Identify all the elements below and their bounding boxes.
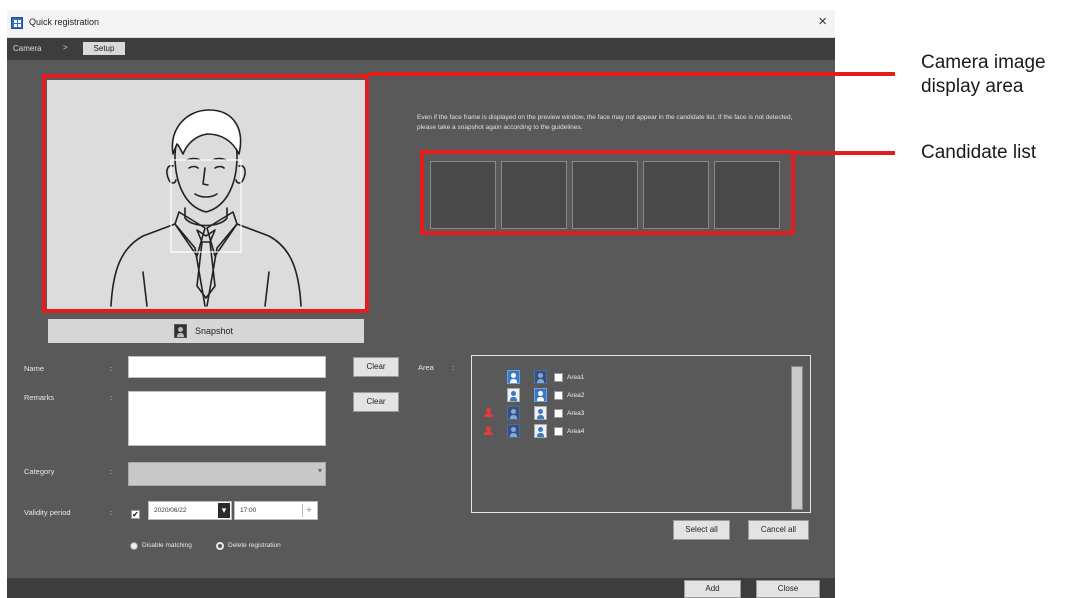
area-item-label: Area1	[567, 374, 585, 381]
breadcrumb: Camera > Setup	[7, 38, 835, 60]
person-alert-icon	[484, 408, 493, 418]
guidance-text: Even if the face frame is displayed on t…	[417, 114, 793, 131]
area-checkbox[interactable]	[554, 427, 563, 436]
snapshot-label: Snapshot	[195, 326, 234, 336]
select-all-button[interactable]: Select all	[673, 520, 730, 540]
face-match-icon[interactable]	[507, 424, 520, 438]
face-match-icon[interactable]	[534, 388, 547, 402]
validity-date-field[interactable]: 2020/06/22 ▾	[148, 501, 232, 520]
remarks-label: Remarks	[24, 393, 55, 402]
remarks-clear-button[interactable]: Clear	[353, 392, 399, 412]
validity-colon: :	[110, 508, 113, 517]
validity-period-label: Validity period	[24, 508, 71, 517]
area-checkbox[interactable]	[554, 409, 563, 418]
person-snapshot-icon	[174, 324, 187, 338]
category-colon: :	[110, 467, 113, 476]
name-input[interactable]	[128, 356, 326, 378]
add-button[interactable]: Add	[684, 580, 741, 598]
camera-area-annotation: Camera image display area	[921, 52, 1046, 97]
area-item-label: Area2	[567, 392, 585, 399]
area-list: Area1 Area2 Area3 Area4	[471, 355, 811, 513]
close-window-button[interactable]: ×	[818, 13, 827, 30]
area-colon: :	[452, 363, 455, 372]
breadcrumb-separator: >	[63, 43, 68, 52]
camera-area-callout-line	[369, 72, 895, 76]
delete-registration-radio[interactable]	[216, 542, 224, 550]
name-colon: :	[110, 364, 113, 373]
title-bar: Quick registration ×	[7, 10, 835, 38]
validity-date-value: 2020/06/22	[154, 507, 187, 514]
camera-area-highlight	[42, 74, 369, 313]
app-icon	[11, 17, 23, 29]
face-match-icon[interactable]	[534, 370, 547, 384]
name-label: Name	[24, 364, 45, 373]
area-scrollbar[interactable]	[791, 366, 803, 510]
area-item: Area4	[472, 424, 772, 440]
candidate-list-annotation: Candidate list	[921, 142, 1037, 163]
person-alert-icon	[484, 426, 493, 436]
validity-time-value: 17:00	[240, 507, 257, 514]
area-item-label: Area4	[567, 428, 585, 435]
breadcrumb-setup[interactable]: Setup	[83, 42, 125, 55]
validity-time-field[interactable]: 17:00 ÷	[234, 501, 318, 520]
candidate-list-callout-line	[795, 151, 895, 155]
cancel-all-button[interactable]: Cancel all	[748, 520, 809, 540]
breadcrumb-camera[interactable]: Camera	[13, 44, 41, 53]
face-match-icon[interactable]	[507, 388, 520, 402]
face-match-icon[interactable]	[534, 406, 547, 420]
remarks-textarea[interactable]	[128, 391, 326, 446]
delete-registration-label: Delete registration	[228, 542, 281, 549]
validity-checkbox[interactable]: ✔	[131, 510, 140, 519]
time-spinner-icon[interactable]: ÷	[302, 504, 315, 517]
disable-matching-label: Disable matching	[142, 542, 192, 549]
area-label: Area	[418, 363, 434, 372]
area-item: Area2	[472, 388, 772, 404]
face-match-icon[interactable]	[507, 370, 520, 384]
area-item: Area3	[472, 406, 772, 422]
name-clear-button[interactable]: Clear	[353, 357, 399, 377]
disable-matching-radio[interactable]	[130, 542, 138, 550]
face-match-icon[interactable]	[534, 424, 547, 438]
category-select[interactable]	[128, 462, 326, 486]
face-match-icon[interactable]	[507, 406, 520, 420]
remarks-colon: :	[110, 393, 113, 402]
category-label: Category	[24, 467, 55, 476]
close-button[interactable]: Close	[756, 580, 820, 598]
area-item: Area1	[472, 370, 772, 386]
area-item-label: Area3	[567, 410, 585, 417]
snapshot-button[interactable]: Snapshot	[48, 319, 364, 343]
area-checkbox[interactable]	[554, 373, 563, 382]
candidate-list-highlight	[420, 150, 795, 235]
window-title: Quick registration	[29, 17, 100, 27]
area-checkbox[interactable]	[554, 391, 563, 400]
date-dropdown-icon[interactable]: ▾	[218, 503, 230, 518]
